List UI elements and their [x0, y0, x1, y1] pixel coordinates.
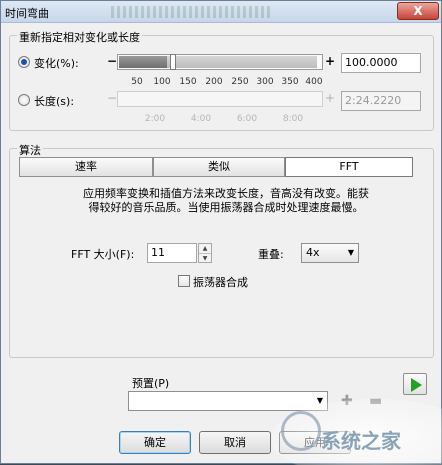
- time-warp-window: 时间弯曲 X 重新指定相对变化或长度 变化(%): − + 50 100 150…: [0, 0, 442, 465]
- waveform-background-strip: [111, 6, 271, 18]
- cancel-button[interactable]: 取消: [199, 431, 271, 454]
- oscillator-synthesis-label: 振荡器合成: [193, 276, 248, 289]
- title-bar[interactable]: 时间弯曲 X: [1, 1, 441, 23]
- overlap-value: 4x: [306, 246, 320, 259]
- stepper-up-icon[interactable]: ▲: [199, 244, 211, 253]
- length-tick: 8:00: [282, 114, 304, 124]
- algorithm-description-line1: 应用频率变换和插值方法来改变长度，音高没有改变。能获: [83, 187, 369, 200]
- play-icon: [411, 378, 422, 392]
- change-tick: 300: [256, 77, 274, 87]
- oscillator-synthesis-checkbox[interactable]: [178, 275, 190, 287]
- change-tick: 200: [205, 77, 223, 87]
- stepper-down-icon[interactable]: ▼: [199, 253, 211, 262]
- change-tick: 250: [231, 77, 249, 87]
- change-slider-fill: [119, 56, 167, 68]
- change-tick: 100: [153, 77, 171, 87]
- change-tick: 350: [281, 77, 299, 87]
- change-percent-input[interactable]: 100.0000: [341, 53, 421, 73]
- algorithm-description-line2: 得较好的音乐品质。当使用振荡器合成时处理速度最慢。: [88, 201, 364, 214]
- ok-button[interactable]: 确定: [119, 431, 191, 454]
- change-slider-thumb[interactable]: [170, 54, 176, 70]
- watermark-text: 系统之家: [321, 429, 401, 453]
- preset-label: 预置(P): [132, 377, 170, 390]
- length-group-title: 重新指定相对变化或长度: [17, 29, 142, 45]
- length-plus-icon[interactable]: +: [325, 91, 335, 105]
- change-percent-label: 变化(%):: [34, 57, 79, 70]
- length-seconds-radio[interactable]: [18, 94, 30, 106]
- change-tick-labels: 50 100 150 200 250 300 350 400: [117, 77, 323, 89]
- tab-fft[interactable]: FFT: [285, 157, 413, 177]
- change-slider-track[interactable]: [117, 54, 323, 70]
- change-percent-slider[interactable]: − +: [105, 54, 335, 70]
- change-plus-icon[interactable]: +: [325, 54, 335, 68]
- close-button[interactable]: X: [397, 2, 439, 20]
- overlap-select[interactable]: 4x ▼: [301, 243, 359, 263]
- change-slider-fill-light: [167, 56, 317, 68]
- algorithm-tabs: 速率 类似 FFT: [19, 157, 415, 177]
- algorithm-group-title: 算法: [17, 142, 43, 158]
- length-seconds-input[interactable]: 2:24.2220: [341, 91, 421, 111]
- change-tick: 400: [305, 77, 323, 87]
- fft-size-stepper[interactable]: ▲ ▼: [198, 243, 212, 263]
- length-tick: 4:00: [190, 114, 212, 124]
- tab-rate[interactable]: 速率: [19, 157, 153, 177]
- change-tick: 50: [131, 77, 143, 87]
- play-preview-button[interactable]: [403, 373, 427, 395]
- change-tick: 150: [179, 77, 197, 87]
- length-minus-icon[interactable]: −: [107, 91, 117, 105]
- fft-size-input[interactable]: 11: [147, 243, 197, 263]
- overlap-label: 重叠:: [258, 248, 284, 261]
- tab-similar[interactable]: 类似: [153, 157, 285, 177]
- window-title: 时间弯曲: [5, 7, 49, 20]
- fft-size-label: FFT 大小(F):: [71, 248, 135, 261]
- change-minus-icon[interactable]: −: [107, 54, 117, 68]
- length-seconds-slider[interactable]: − +: [105, 91, 335, 107]
- watermark-logo-icon: [281, 411, 321, 451]
- chevron-down-icon: ▼: [347, 248, 354, 257]
- length-seconds-label: 长度(s):: [34, 95, 75, 108]
- length-tick: 2:00: [144, 114, 166, 124]
- length-tick-labels: 2:00 4:00 6:00 8:00: [117, 114, 323, 126]
- length-tick: 6:00: [236, 114, 258, 124]
- length-slider-track[interactable]: [117, 91, 323, 107]
- change-percent-radio[interactable]: [18, 56, 30, 68]
